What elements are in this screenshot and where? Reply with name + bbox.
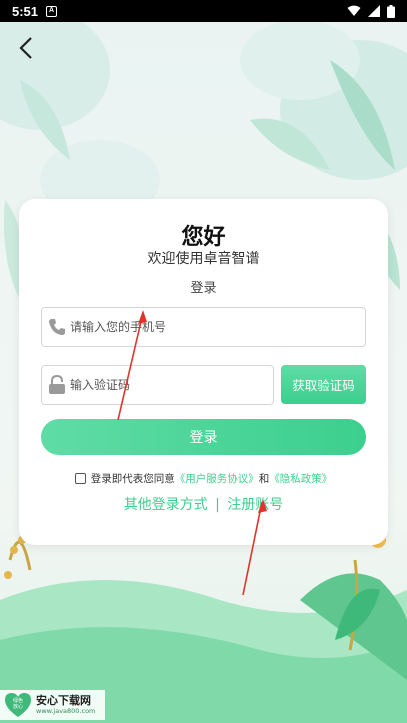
login-heading: 登录 xyxy=(190,281,217,296)
privacy-policy-link[interactable]: 《隐私政策》 xyxy=(269,471,332,486)
code-input[interactable] xyxy=(70,378,230,392)
login-card: 您好 欢迎使用卓音智谱 登录 获取验证码 登录 登录即代表您同意 《用户服务协议… xyxy=(19,199,388,545)
svg-text:放心: 放心 xyxy=(13,703,23,710)
greeting-title: 您好 xyxy=(181,225,226,250)
other-login-methods-link[interactable]: 其他登录方式 xyxy=(124,497,208,513)
welcome-subtitle: 欢迎使用卓音智谱 xyxy=(147,251,260,267)
agreement-and: 和 xyxy=(258,473,270,485)
watermark-url: www.java800.com xyxy=(36,707,96,716)
other-options-row: 其他登录方式 | 注册账号 xyxy=(19,494,388,514)
watermark: 绿色 放心 安心下载网 www.java800.com xyxy=(0,690,105,720)
get-code-button[interactable]: 获取验证码 xyxy=(281,365,366,404)
user-agreement-link[interactable]: 《用户服务协议》 xyxy=(175,471,259,486)
agreement-row: 登录即代表您同意 《用户服务协议》 和 《隐私政策》 xyxy=(19,471,388,486)
wifi-icon xyxy=(347,5,361,16)
svg-text:绿色: 绿色 xyxy=(13,697,23,704)
status-bar: 5:51 A xyxy=(0,0,407,22)
chevron-left-icon xyxy=(19,37,32,59)
lock-icon xyxy=(49,375,65,394)
login-button[interactable]: 登录 xyxy=(41,419,366,455)
watermark-text: 安心下载网 www.java800.com xyxy=(36,695,95,715)
status-time: 5:51 xyxy=(12,3,39,19)
agreement-prefix: 登录即代表您同意 xyxy=(90,473,175,485)
agree-checkbox[interactable] xyxy=(74,473,86,484)
heart-logo-icon: 绿色 放心 xyxy=(5,693,31,717)
back-button[interactable] xyxy=(12,34,40,62)
code-field[interactable] xyxy=(41,365,274,405)
status-icons xyxy=(347,4,395,18)
phone-input[interactable] xyxy=(70,320,310,334)
phone-field[interactable] xyxy=(41,307,366,347)
battery-icon xyxy=(387,4,395,18)
watermark-title: 安心下载网 xyxy=(36,694,91,708)
options-divider: | xyxy=(215,497,220,513)
register-account-link[interactable]: 注册账号 xyxy=(227,497,283,513)
signal-icon xyxy=(368,5,380,17)
phone-icon xyxy=(49,319,65,335)
notification-icon: A xyxy=(46,5,58,17)
